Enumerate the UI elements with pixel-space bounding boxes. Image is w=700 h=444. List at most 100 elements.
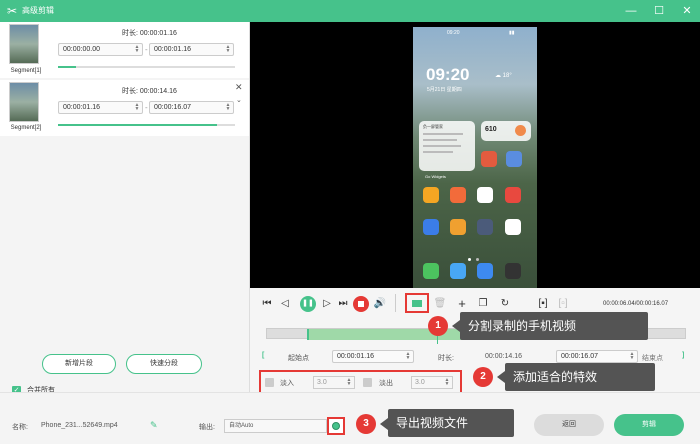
fade-out-input[interactable]: 3.0 ▲ ▼ [411,376,453,389]
app-icon [477,219,493,235]
skip-end-icon[interactable]: ⏭ [336,297,350,311]
phone-status-time: 09:20 [447,30,460,36]
spinner-icon[interactable]: ▲ ▼ [225,103,231,112]
divider [395,294,396,312]
split-button-highlight [405,293,429,313]
callout-1-badge: 1 [428,316,448,336]
gear-icon[interactable] [332,422,340,430]
title-bar: ✂ 高级剪辑 — ☐ ✕ [0,0,700,22]
spinner-icon[interactable]: ▲ ▼ [444,378,450,387]
phone-widget-left: 负一屏管家 [419,121,475,171]
video-preview[interactable]: 09:20 ▮▮ 09:20 5月21日 星期四 ☁ 18° 负一屏管家 610… [250,22,700,288]
phone-battery-icon: ▮▮ [509,30,515,36]
output-select[interactable]: 自动Auto [224,419,327,433]
duration-label: 时长: [438,355,454,362]
app-icon [506,151,522,167]
spinner-icon[interactable]: ▲ ▼ [134,45,140,54]
widget-caption: Go Widgets [425,174,446,179]
callout-3-badge: 3 [356,414,376,434]
dock-camera-icon [505,263,521,279]
segment-progress [58,124,235,126]
segment-start-input[interactable]: 00:00:00.00 ▲ ▼ [58,43,143,56]
back-button[interactable]: 返回 [534,414,604,436]
range-dash: - [145,45,148,54]
segment-end-input[interactable]: 00:00:16.07 ▲ ▼ [149,101,234,114]
quick-split-button[interactable]: 快速分段 [126,354,202,374]
fade-out-checkbox[interactable] [363,378,372,387]
start-point-label: 起始点 [288,355,309,362]
spinner-icon[interactable]: ▲ ▼ [134,103,140,112]
phone-clock: 09:20 [426,65,470,84]
app-icon [423,219,439,235]
callout-2-arrow [497,371,505,383]
fade-in-input[interactable]: 3.0 ▲ ▼ [313,376,355,389]
duration-value: 00:00:14.16 [485,353,522,360]
spinner-icon[interactable]: ▲ ▼ [225,45,231,54]
cut-button[interactable]: 剪辑 [614,414,684,436]
segment-item-1[interactable]: Segment[1] 时长: 00:00:01.16 00:00:00.00 ▲… [0,22,249,78]
file-name: Phone_231...52649.mp4 [41,422,118,429]
crop-right-icon[interactable]: [▫] [556,297,570,311]
segment-duration: 时长: 00:00:01.16 [122,30,177,37]
end-point-label: 结束点 [642,355,663,362]
chevron-down-icon[interactable]: ⌄ [236,96,242,104]
time-readout: 00:00:06.04/00:00:16.07 [603,301,669,307]
dock-browser-icon [477,263,493,279]
new-segment-button[interactable]: 新增片段 [42,354,116,374]
end-bracket[interactable]: ] [682,352,684,359]
name-label: 名称: [12,424,28,431]
segment-name: Segment[1] [10,68,42,74]
spinner-icon[interactable]: ▲ ▼ [629,352,635,361]
callout-1-text: 分割录制的手机视频 [460,312,648,340]
segment-item-2[interactable]: Segment[2] 时长: 00:00:14.16 00:00:01.16 ▲… [0,80,249,136]
copy-icon[interactable]: ❐ [476,297,490,311]
callout-2-badge: 2 [473,367,493,387]
delete-segment-icon[interactable]: ✕ [235,82,243,93]
callout-3-text: 导出视频文件 [388,409,514,437]
split-icon[interactable] [412,300,422,307]
volume-icon[interactable]: 🔊 [373,297,387,311]
app-icon [505,219,521,235]
trash-icon[interactable]: 🗑 [433,297,447,311]
segment-end-input[interactable]: 00:00:01.16 ▲ ▼ [149,43,234,56]
phone-weather-icon: ☁ 18° [495,73,512,79]
segment-start-input[interactable]: 00:00:01.16 ▲ ▼ [58,101,143,114]
stop-button[interactable] [353,296,369,312]
widget-line [423,151,453,153]
skip-start-icon[interactable]: ⏮ [260,297,274,311]
minimize-icon[interactable]: — [618,0,644,22]
step-forward-icon[interactable]: ▷ [320,297,334,311]
callout-2-text: 添加适合的特效 [505,363,655,391]
segment-panel: Segment[1] 时长: 00:00:01.16 00:00:00.00 ▲… [0,22,250,392]
start-bracket[interactable]: [ [262,352,264,359]
crop-left-icon[interactable]: [▪] [536,297,550,311]
app-logo-icon: ✂ [6,4,18,18]
maximize-icon[interactable]: ☐ [646,0,672,22]
app-icon [450,187,466,203]
edit-name-icon[interactable]: ✎ [150,420,158,431]
rotate-icon[interactable]: ↻ [498,297,512,311]
close-window-icon[interactable]: ✕ [674,0,700,22]
footer-bar: 名称: Phone_231...52649.mp4 ✎ 输出: 自动Auto 返… [0,392,700,444]
segment-progress-fill [58,66,76,68]
segment-thumbnail [9,24,39,64]
phone-widget-right: 610 [481,121,531,141]
segment-progress-fill [58,124,218,126]
segment-name: Segment[2] [10,125,42,131]
window-title: 高级剪辑 [22,6,54,15]
fade-in-checkbox[interactable] [265,378,274,387]
spinner-icon[interactable]: ▲ ▼ [405,352,411,361]
segment-thumbnail [9,82,39,122]
end-time-input[interactable]: 00:00:16.07 ▲ ▼ [556,350,638,363]
widget-title: 负一屏管家 [423,124,443,129]
spinner-icon[interactable]: ▲ ▼ [346,378,352,387]
start-time-input[interactable]: 00:00:01.16 ▲ ▼ [332,350,414,363]
callout-1-arrow [452,320,460,332]
widget-value: 610 [485,126,497,133]
callout-3-arrow [380,418,388,430]
add-icon[interactable]: + [455,297,469,311]
app-icon [505,187,521,203]
widget-line [423,145,461,147]
pause-button[interactable]: ❚❚ [300,296,316,312]
step-back-icon[interactable]: ◁ [278,297,292,311]
